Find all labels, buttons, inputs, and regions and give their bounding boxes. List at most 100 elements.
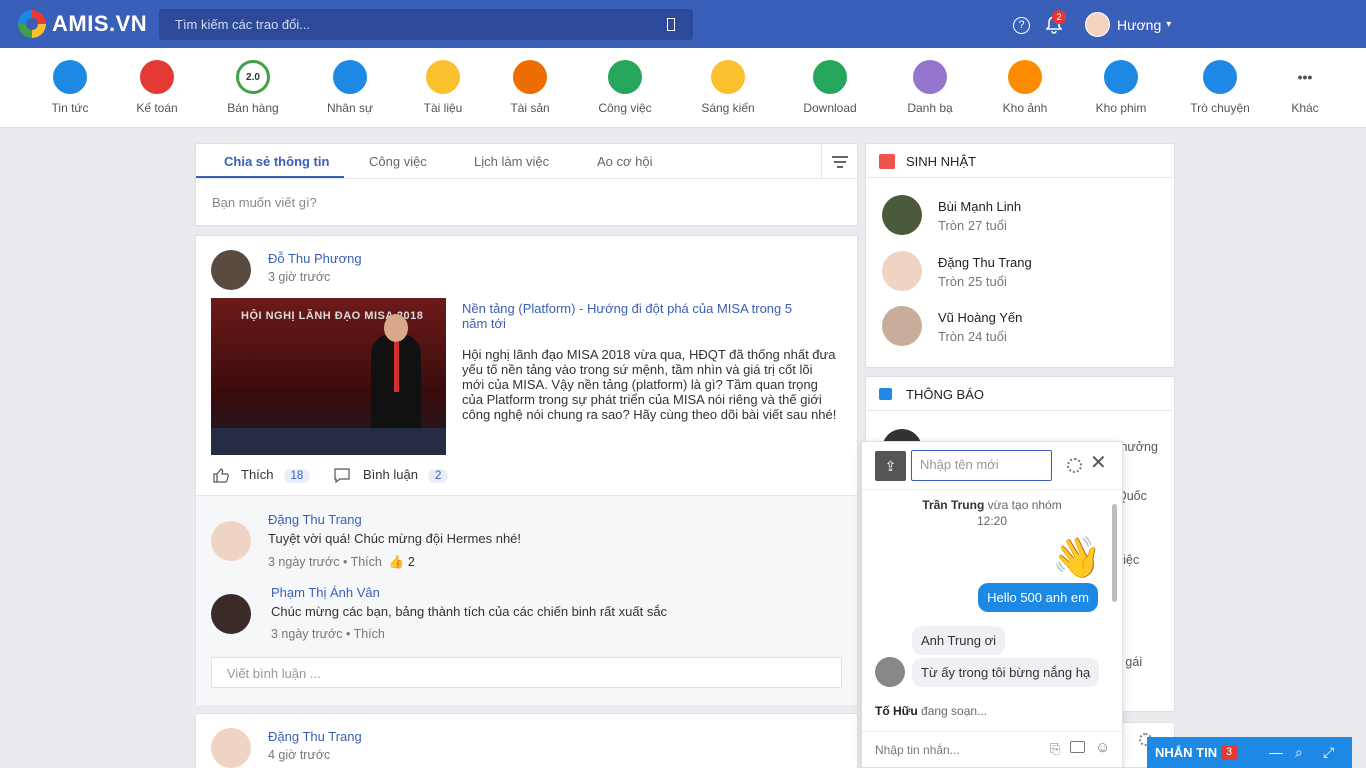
post-author[interactable]: Đặng Thu Trang [268,729,362,744]
comment-like-link[interactable]: Thích [351,555,382,569]
comment-author[interactable]: Phạm Thị Ánh Vân [271,585,380,600]
app-contacts[interactable]: Danh bạ [880,60,980,115]
group-name-input[interactable]: Nhập tên mới [911,450,1052,481]
tab-share-info[interactable]: Chia sẻ thông tin [224,154,329,169]
avatar[interactable] [882,306,922,346]
emoji-icon[interactable]: ☺ [1095,739,1110,756]
messenger-bar[interactable]: NHẮN TIN 3 — ⌕ ⤢ [1147,737,1352,768]
tab-schedule[interactable]: Lịch làm việc [474,154,549,169]
expand-icon[interactable]: ⤢ [1323,744,1334,761]
paperclip-icon[interactable]: ⎘ [1050,741,1060,757]
app-label: Tin tức [51,101,89,115]
comment-like-link[interactable]: Thích [354,627,385,641]
scrollbar[interactable] [1112,504,1117,602]
typing-indicator: Tố Hữu đang soạn... [875,704,987,718]
tasks-icon [608,60,642,94]
close-icon[interactable]: ✕ [1090,453,1107,473]
app-accounting[interactable]: Kế toán [107,60,207,115]
comment-button[interactable]: Bình luận 2 [363,467,449,483]
post-card: Đỗ Thu Phương 3 giờ trước HỘI NGHỊ LÃNH … [195,235,858,705]
birthday-name[interactable]: Đặng Thu Trang [938,255,1032,270]
app-label: Bán hàng [227,101,279,115]
birthday-title: SINH NHẬT [906,154,977,169]
separator-dot: • [345,627,354,641]
thumbs-up-icon[interactable] [213,468,229,483]
app-label: Sáng kiến [701,101,755,115]
logo[interactable]: AMIS.VN [18,10,147,38]
messenger-count: 3 [1221,745,1237,760]
speaker-tie [394,342,399,392]
avatar[interactable] [211,594,251,634]
comment-text: Chúc mừng các bạn, bảng thành tích của c… [271,604,668,619]
filter-icon[interactable] [821,144,857,179]
comment-input[interactable]: Viết bình luận ... [211,657,842,688]
avatar[interactable] [882,195,922,235]
app-ideas[interactable]: Sáng kiến [678,60,778,115]
separator-dot: • [342,555,351,569]
app-documents[interactable]: Tài liệu [393,60,493,115]
accounting-icon [140,60,174,94]
megaphone-icon [879,388,892,400]
search-input[interactable]: Tìm kiếm các trao đổi... [175,17,310,32]
search-icon[interactable] [667,18,675,31]
comment-meta: 3 ngày trước • Thích [271,627,385,641]
birthday-name[interactable]: Vũ Hoàng Yến [938,310,1022,325]
avatar[interactable] [211,521,251,561]
minimize-icon[interactable]: — [1269,744,1283,760]
comment-icon[interactable] [334,468,350,483]
app-hr[interactable]: Nhân sự [300,60,400,115]
post-card: Đặng Thu Trang 4 giờ trước [195,713,858,768]
system-text: vừa tạo nhóm [987,498,1062,512]
like-button[interactable]: Thích 18 [241,467,311,483]
gear-icon[interactable] [1067,458,1082,473]
post-image[interactable]: HỘI NGHỊ LÃNH ĐẠO MISA 2018 [211,298,446,455]
logo-text: AMIS.VN [52,11,148,36]
camera-icon[interactable] [1070,741,1085,753]
comment-text: Tuyệt vời quá! Chúc mừng đội Hermes nhé! [268,531,522,546]
app-videos[interactable]: Kho phim [1071,60,1171,115]
user-menu[interactable]: Hương ▾ [1085,12,1171,37]
post-title-link[interactable]: Nền tảng (Platform) - Hướng đi đột phá c… [462,301,802,331]
app-news[interactable]: Tin tức [20,60,120,115]
birthday-age: Tròn 25 tuổi [938,274,1007,289]
app-download[interactable]: Download [780,60,880,115]
documents-icon [426,60,460,94]
app-label: Khác [1291,101,1319,115]
birthday-age: Tròn 24 tuổi [938,329,1007,344]
comment-time: 3 ngày trước [268,555,340,569]
chat-icon [1203,60,1237,94]
tab-work[interactable]: Công việc [369,154,427,169]
notice-text[interactable]: thưởng [1117,440,1158,454]
typing-text: đang soạn... [921,704,988,718]
avatar[interactable] [882,251,922,291]
comments-section: Đặng Thu Trang Tuyệt vời quá! Chúc mừng … [196,495,857,705]
compose-input[interactable]: Bạn muốn viết gì? [212,195,317,210]
birthday-name[interactable]: Bùi Mạnh Linh [938,199,1021,214]
app-sales[interactable]: 2.0 Bán hàng [203,60,303,115]
tab-opportunity[interactable]: Ao cơ hội [597,154,653,169]
search-box[interactable]: Tìm kiếm các trao đổi... [159,9,693,40]
upload-icon[interactable]: ⇪ [875,451,906,481]
notification-badge: 2 [1052,10,1066,24]
assets-icon [513,60,547,94]
app-assets[interactable]: Tài sản [480,60,580,115]
app-launcher: Tin tức Kế toán 2.0 Bán hàng Nhân sự Tài liệu… [0,48,1366,128]
help-icon[interactable]: ? [1013,17,1030,34]
notices-title: THÔNG BÁO [906,387,985,402]
comment-meta: 3 ngày trước • Thích 👍 2 [268,555,415,570]
app-label: Download [803,101,857,115]
post-author[interactable]: Đỗ Thu Phương [268,251,362,266]
system-message: Trần Trung vừa tạo nhóm 12:20 [862,497,1122,529]
app-more[interactable]: ••• Khác [1255,60,1355,115]
search-icon[interactable]: ⌕ [1295,744,1303,761]
avatar[interactable] [211,728,251,768]
message-input[interactable]: Nhập tin nhắn... [875,743,960,757]
app-tasks[interactable]: Công việc [575,60,675,115]
avatar[interactable] [875,657,905,687]
chat-header: ⇪ Nhập tên mới ✕ [862,442,1122,490]
comment-author[interactable]: Đặng Thu Trang [268,512,362,527]
app-photos[interactable]: Kho ảnh [975,60,1075,115]
ideas-icon [711,60,745,94]
incoming-message: Từ ấy trong tôi bừng nắng hạ [912,658,1100,687]
avatar[interactable] [211,250,251,290]
